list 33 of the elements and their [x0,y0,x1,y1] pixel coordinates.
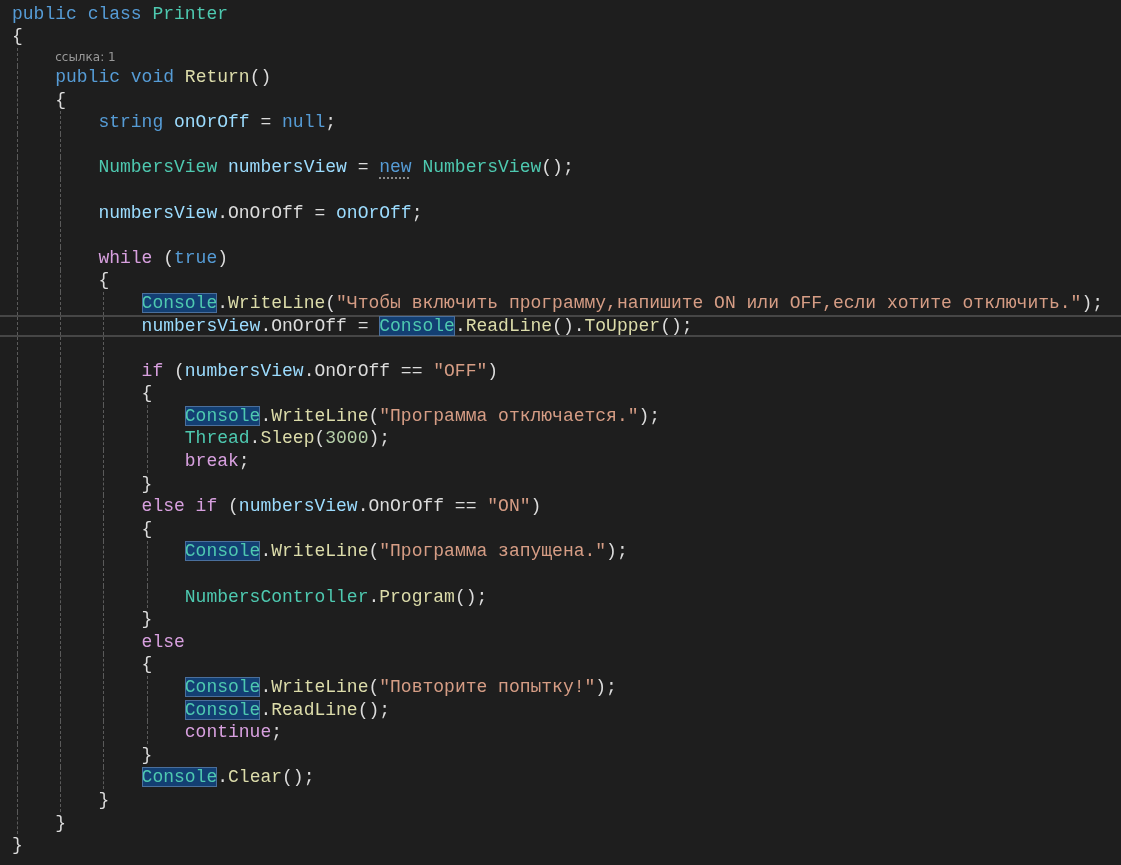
code-line: Console.WriteLine("Чтобы включить программу,напишите ON или OFF,если хотите отключить."); [141,292,1103,314]
code-line: Console.WriteLine("Программа отключается."); [184,405,661,427]
code-line: } [55,812,66,834]
code-line: { [141,383,153,405]
code-line: { [98,270,110,292]
code-line: } [12,835,23,857]
code-line: } [141,609,153,631]
code-line: public void Return() [55,67,272,88]
reference-count[interactable]: ссылка: 1 [55,46,116,69]
code-line: break; [184,451,250,473]
code-line: NumbersController.Program(); [184,586,488,608]
code-line: else if (numbersView.OnOrOff == "ON") [141,496,542,518]
code-line: { [141,518,153,540]
code-line: } [141,473,153,495]
code-line: Console.WriteLine("Повторите попытку!"); [184,677,617,698]
code-line: else [141,631,185,653]
code-line: Console.ReadLine(); [184,699,391,721]
code-line: } [141,744,153,766]
code-line: while (true) [98,247,229,269]
code-line: public class Printer [12,3,229,25]
code-line: Console.WriteLine("Программа запущена."); [184,541,628,563]
code-line: { [141,654,153,676]
code-line: Console.Clear(); [141,767,315,789]
code-line: string onOrOff = null; [98,112,337,134]
code-line: numbersView.OnOrOff = Console.ReadLine().ToUpper(); [141,315,693,337]
code-line: Thread.Sleep(3000); [184,428,391,450]
code-line: { [55,89,66,111]
code-line: } [98,790,110,811]
code-line: numbersView.OnOrOff = onOrOff; [98,202,423,224]
code-line: { [12,26,23,48]
code-line: NumbersView numbersView = new NumbersView(); [98,157,574,179]
code-line: continue; [184,722,283,744]
code-line: if (numbersView.OnOrOff == "OFF") [141,360,499,382]
